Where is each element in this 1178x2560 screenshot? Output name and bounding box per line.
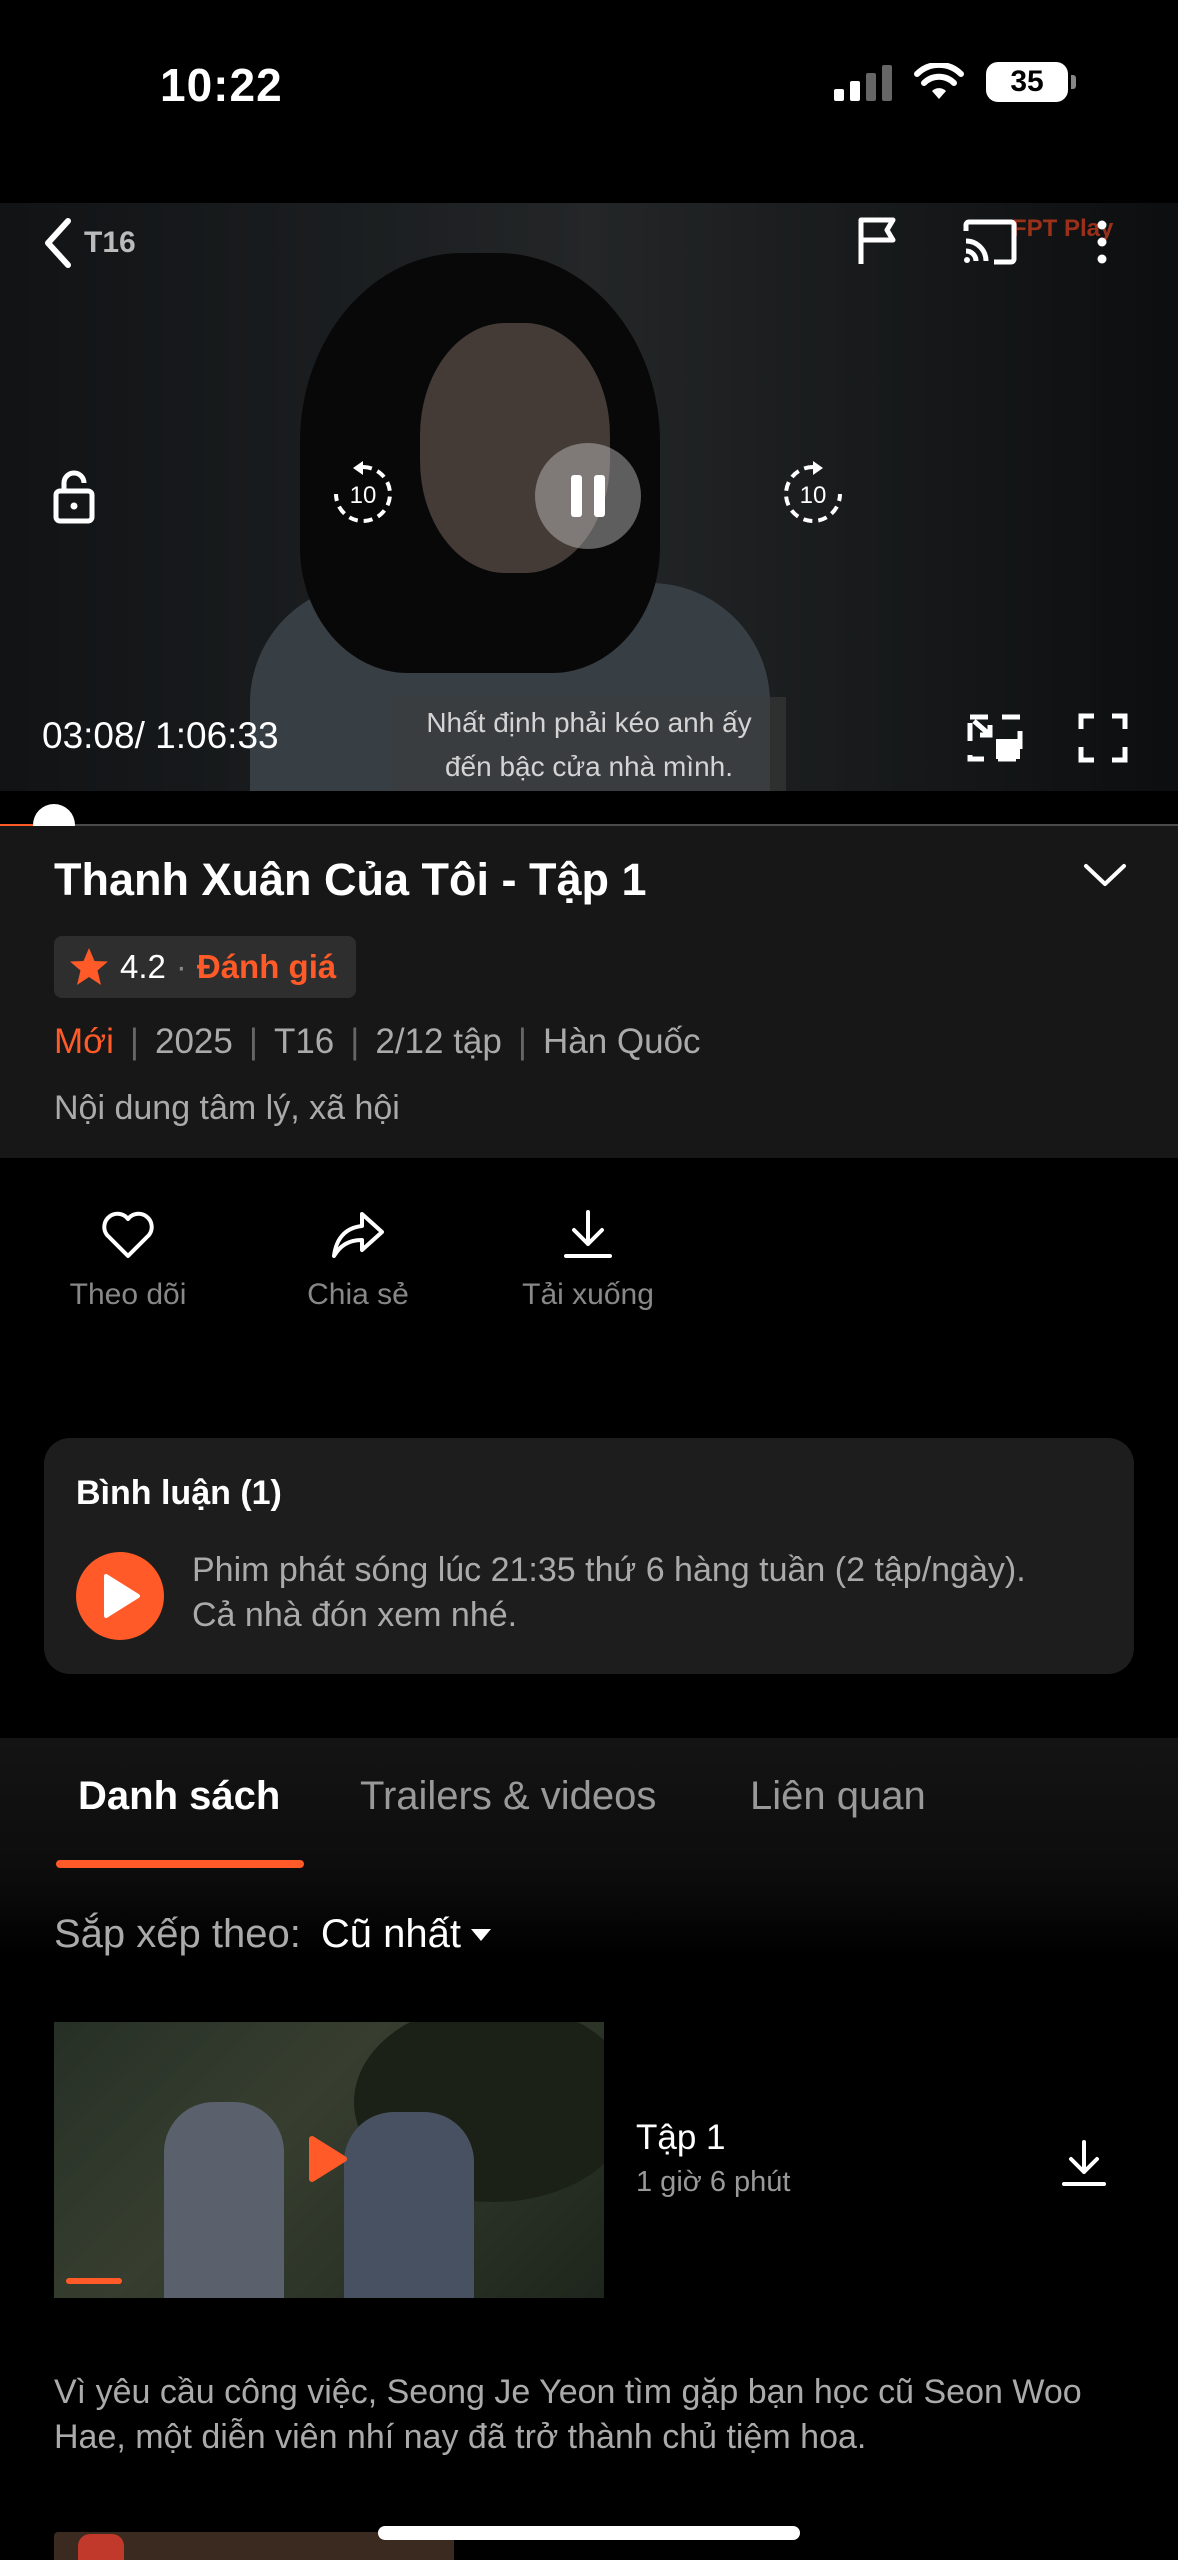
episode-download-icon[interactable] (1058, 2138, 1110, 2190)
episode-thumbnail[interactable] (54, 2022, 604, 2298)
meta-separator: | (350, 1022, 360, 1061)
episode-description: Vì yêu cầu công việc, Seong Je Yeon tìm … (54, 2373, 1082, 2456)
fullscreen-icon[interactable] (1078, 713, 1128, 763)
report-flag-icon[interactable] (855, 216, 901, 266)
home-indicator (378, 2526, 800, 2540)
episode-title: Thanh Xuân Của Tôi - Tập 1 (54, 854, 647, 905)
wifi-icon (914, 63, 964, 99)
episode-duration: 1 giờ 6 phút (636, 2166, 791, 2198)
svg-text:10: 10 (800, 482, 827, 509)
tab-trailers[interactable]: Trailers & videos (360, 1774, 656, 1819)
rewind-10-icon[interactable]: 10 (330, 461, 396, 527)
meta-separator: | (517, 1022, 527, 1061)
rate-link[interactable]: Đánh giá (197, 948, 336, 986)
heart-icon (102, 1211, 154, 1258)
back-button[interactable]: T16 (40, 215, 136, 271)
sort-value: Cũ nhất (320, 1912, 461, 1956)
follow-label: Theo dõi (69, 1278, 187, 1311)
subtitle-caption: Nhất định phải kéo anh ấy đến bậc cửa nh… (392, 697, 786, 791)
download-button[interactable]: Tải xuống (488, 1210, 688, 1312)
lock-screen-icon[interactable] (52, 469, 96, 525)
meta-year: 2025 (154, 1022, 233, 1061)
play-icon (104, 1574, 140, 1618)
meta-country: Hàn Quốc (542, 1022, 701, 1061)
star-icon (70, 948, 108, 985)
comment-text: Phim phát sóng lúc 21:35 thứ 6 hàng tuần… (192, 1548, 1092, 1638)
download-icon (564, 1210, 612, 1258)
meta-row: Mới | 2025 | T16 | 2/12 tập | Hàn Quốc (54, 1022, 701, 1062)
rating-value: 4.2 (120, 948, 166, 985)
status-icons: 35 (834, 62, 1076, 102)
download-label: Tải xuống (522, 1278, 654, 1311)
more-options-icon[interactable] (1090, 217, 1114, 267)
tab-related[interactable]: Liên quan (750, 1774, 926, 1819)
action-row: Theo dõi Chia sẻ Tải xuống (0, 1210, 700, 1350)
channel-avatar (76, 1552, 164, 1640)
meta-new-badge: Mới (54, 1022, 114, 1061)
sort-control[interactable]: Sắp xếp theo: Cũ nhất (54, 1912, 491, 1957)
meta-separator: | (248, 1022, 258, 1061)
comments-card[interactable]: Bình luận (1) Phim phát sóng lúc 21:35 t… (44, 1438, 1134, 1674)
battery-icon: 35 (986, 62, 1076, 102)
comment-line-2: Cả nhà đón xem nhé. (192, 1596, 518, 1634)
cellular-signal-icon (834, 63, 892, 101)
follow-button[interactable]: Theo dõi (28, 1210, 228, 1312)
share-icon (332, 1212, 384, 1258)
video-player[interactable]: T16 FPT Play 10 10 03:08/ 1:06:33 Nhất đ… (0, 203, 1178, 791)
meta-age-rating: T16 (273, 1022, 335, 1061)
total-time: / 1:06:33 (134, 715, 279, 756)
sort-dropdown[interactable]: Cũ nhất (321, 1912, 491, 1957)
play-icon (309, 2136, 347, 2182)
share-label: Chia sẻ (307, 1278, 409, 1311)
rating-chip[interactable]: 4.2 · Đánh giá (54, 936, 356, 998)
svg-text:10: 10 (350, 482, 377, 509)
meta-separator: | (129, 1022, 139, 1061)
title-info-section: Thanh Xuân Của Tôi - Tập 1 4.2 · Đánh gi… (0, 826, 1178, 1158)
current-time: 03:08 (42, 715, 135, 756)
status-bar: 10:22 35 (0, 0, 1178, 200)
comments-title: Bình luận (1) (76, 1474, 282, 1512)
comment-line-1: Phim phát sóng lúc 21:35 thứ 6 hàng tuần… (192, 1551, 1026, 1589)
pause-button[interactable] (535, 443, 641, 549)
forward-10-icon[interactable]: 10 (780, 461, 846, 527)
pause-icon (571, 475, 605, 517)
watched-progress (66, 2278, 122, 2284)
caret-down-icon (470, 1928, 491, 1941)
playback-time: 03:08/ 1:06:33 (42, 715, 279, 757)
sort-label: Sắp xếp theo: (54, 1912, 301, 1956)
genre-text: Nội dung tâm lý, xã hội (54, 1089, 400, 1127)
share-button[interactable]: Chia sẻ (258, 1210, 458, 1312)
next-episode-badge (78, 2534, 124, 2560)
subtitle-line-2: đến bậc cửa nhà mình. (444, 751, 734, 782)
meta-episodes: 2/12 tập (375, 1022, 502, 1061)
chevron-left-icon (45, 218, 71, 268)
chevron-down-icon[interactable] (1082, 862, 1128, 890)
active-tab-indicator (56, 1860, 304, 1868)
rating-separator: · (175, 948, 187, 985)
status-time: 10:22 (160, 59, 283, 111)
subtitle-line-1: Nhất định phải kéo anh ấy (426, 707, 752, 738)
tab-list[interactable]: Danh sách (78, 1774, 280, 1819)
cast-icon[interactable] (962, 219, 1018, 265)
episode-number[interactable]: Tập 1 (636, 2118, 726, 2158)
picture-in-picture-icon[interactable] (966, 713, 1024, 763)
age-rating-tag: T16 (84, 226, 136, 259)
